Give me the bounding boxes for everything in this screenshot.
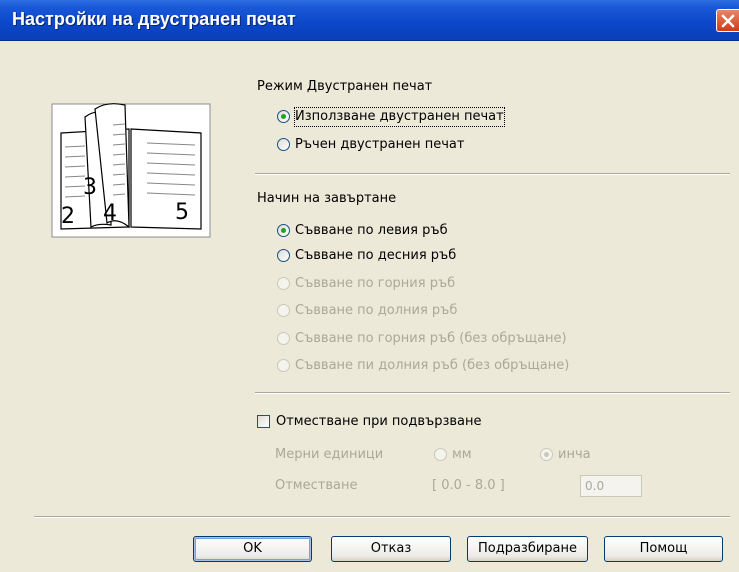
radio-manual-duplex-label: Ръчен двустранен печат bbox=[295, 137, 465, 152]
radio-use-duplex-label: Използване двустранен печат bbox=[294, 107, 505, 127]
radio-indicator[interactable] bbox=[277, 359, 290, 372]
radio-bind-top-no-flip-label: Съвване по горния ръб (без обръщане) bbox=[295, 331, 567, 346]
title-bar[interactable]: Настройки на двустранен печат bbox=[0, 0, 739, 41]
radio-selected-indicator[interactable] bbox=[277, 110, 290, 123]
window-title: Настройки на двустранен печат bbox=[12, 9, 296, 29]
offset-input[interactable]: 0.0 bbox=[580, 475, 642, 497]
radio-bind-top-label: Съвване по горния ръб bbox=[295, 276, 456, 291]
duplex-booklet-illustration: 3 2 4 5 bbox=[51, 103, 211, 238]
ok-button[interactable]: OK bbox=[193, 536, 312, 562]
radio-selected-indicator[interactable] bbox=[540, 448, 553, 461]
radio-indicator[interactable] bbox=[277, 138, 290, 151]
radio-indicator[interactable] bbox=[277, 277, 290, 290]
radio-bind-bottom-no-flip-label: Съвване пи долния ръб (без обръщане) bbox=[295, 358, 570, 373]
page-number-5: 5 bbox=[175, 200, 189, 225]
duplex-mode-heading: Режим Двустранен печат bbox=[257, 79, 433, 94]
radio-bind-left-label: Съвване по левия ръб bbox=[295, 223, 448, 238]
radio-bind-bottom-label: Съвване по долния ръб bbox=[295, 303, 458, 318]
binding-offset-label: Отместване при подвързване bbox=[276, 414, 482, 429]
close-icon bbox=[721, 14, 735, 28]
radio-indicator[interactable] bbox=[277, 249, 290, 262]
units-label: Мерни единици bbox=[275, 447, 384, 462]
radio-unit-inch-label: инча bbox=[558, 447, 591, 462]
radio-selected-indicator[interactable] bbox=[277, 224, 290, 237]
separator bbox=[255, 392, 730, 394]
cancel-button[interactable]: Отказ bbox=[331, 536, 451, 562]
page-number-3: 3 bbox=[83, 175, 97, 200]
radio-indicator[interactable] bbox=[277, 304, 290, 317]
page-number-2: 2 bbox=[61, 204, 75, 229]
radio-indicator[interactable] bbox=[277, 332, 290, 345]
default-button[interactable]: Подразбиране bbox=[467, 536, 588, 562]
checkbox-indicator[interactable] bbox=[257, 415, 270, 428]
close-button[interactable] bbox=[716, 9, 739, 32]
help-button[interactable]: Помощ bbox=[604, 536, 723, 562]
radio-bind-right-label: Съвване по десния ръб bbox=[295, 248, 457, 263]
separator bbox=[255, 173, 730, 175]
offset-value-label: Отместване bbox=[275, 478, 358, 493]
offset-range: [ 0.0 - 8.0 ] bbox=[432, 478, 505, 493]
radio-unit-mm-label: мм bbox=[452, 447, 472, 462]
radio-indicator[interactable] bbox=[434, 448, 447, 461]
separator bbox=[34, 516, 730, 518]
binding-heading: Начин на завъртане bbox=[257, 191, 397, 206]
page-number-4: 4 bbox=[103, 201, 117, 226]
